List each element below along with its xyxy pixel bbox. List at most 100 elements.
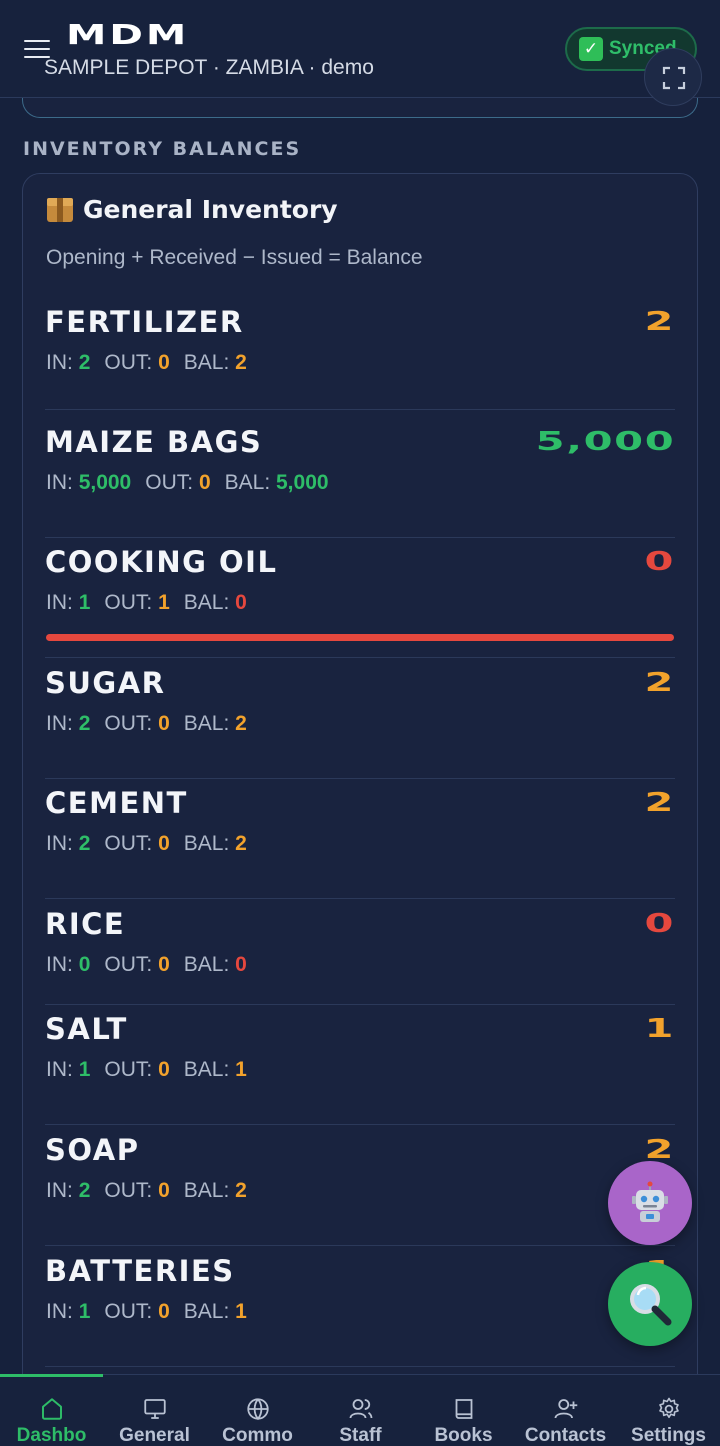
- item-stats: IN: 5,000 OUT: 0 BAL: 5,000: [46, 471, 329, 495]
- item-name: MAIZE BAGS: [45, 425, 263, 459]
- bal-label: BAL:: [183, 351, 230, 374]
- out-value: 0: [158, 1179, 170, 1202]
- bal-value: 0: [235, 953, 247, 976]
- nav-tab-home[interactable]: Dashbo: [0, 1375, 103, 1446]
- in-label: IN:: [46, 712, 73, 735]
- item-stats: IN: 2 OUT: 0 BAL: 2: [46, 351, 247, 375]
- bottom-navigation: Dashbo General Commo Staff Books Contacts Sett…: [0, 1374, 720, 1446]
- bal-label: BAL:: [183, 712, 230, 735]
- app-brand: MDM: [66, 18, 190, 51]
- user-plus-icon: [554, 1399, 577, 1419]
- nav-label: Contacts: [524, 1425, 607, 1446]
- item-name: SUGAR: [45, 666, 166, 700]
- bal-label: BAL:: [183, 591, 230, 614]
- in-label: IN:: [46, 591, 73, 614]
- item-balance-total: 1: [644, 1014, 675, 1044]
- out-value: 0: [158, 832, 170, 855]
- magnifier-icon: [630, 1284, 672, 1326]
- item-name: BATTERIES: [45, 1254, 235, 1288]
- in-label: IN:: [46, 953, 73, 976]
- item-balance-total: 5,000: [535, 427, 675, 457]
- bal-value: 1: [235, 1058, 247, 1081]
- in-value: 1: [78, 1058, 91, 1081]
- out-value: 0: [158, 1300, 170, 1323]
- bal-value: 2: [235, 832, 247, 855]
- fullscreen-button[interactable]: [644, 48, 702, 106]
- in-value: 2: [78, 832, 91, 855]
- package-icon: [45, 194, 75, 224]
- out-label: OUT:: [104, 591, 153, 614]
- inventory-item-row[interactable]: CEMENT 2 IN: 2 OUT: 0 BAL: 2: [45, 778, 675, 899]
- bal-label: BAL:: [183, 1058, 230, 1081]
- stock-alert-bar: [46, 634, 674, 641]
- inventory-item-row[interactable]: SOAP 2 IN: 2 OUT: 0 BAL: 2: [45, 1125, 675, 1246]
- out-label: OUT:: [104, 1179, 153, 1202]
- item-balance-total: 0: [644, 547, 675, 577]
- inventory-item-row[interactable]: SALT 1 IN: 1 OUT: 0 BAL: 1: [45, 1004, 675, 1125]
- users-icon: [349, 1399, 372, 1419]
- out-value: 0: [158, 351, 170, 374]
- nav-tab-book[interactable]: Books: [412, 1375, 515, 1446]
- bal-value: 2: [235, 351, 247, 374]
- inventory-item-row[interactable]: SUGAR 2 IN: 2 OUT: 0 BAL: 2: [45, 658, 675, 779]
- inventory-item-row[interactable]: COOKING OIL 0 IN: 1 OUT: 1 BAL: 0: [45, 537, 675, 658]
- nav-tab-monitor[interactable]: General: [103, 1375, 206, 1446]
- bal-value: 2: [235, 712, 247, 735]
- in-label: IN:: [46, 832, 73, 855]
- general-inventory-card: General Inventory Opening + Received − I…: [22, 173, 698, 1413]
- item-name: CEMENT: [45, 786, 188, 820]
- nav-tab-globe[interactable]: Commo: [206, 1375, 309, 1446]
- nav-tab-user-plus[interactable]: Contacts: [514, 1375, 617, 1446]
- out-label: OUT:: [104, 832, 153, 855]
- item-stats: IN: 2 OUT: 0 BAL: 2: [46, 712, 247, 736]
- search-button[interactable]: [608, 1262, 692, 1346]
- out-label: OUT:: [104, 712, 153, 735]
- nav-tab-users[interactable]: Staff: [309, 1375, 412, 1446]
- item-name: SOAP: [45, 1133, 140, 1167]
- item-name: SALT: [45, 1012, 128, 1046]
- inventory-item-row[interactable]: MAIZE BAGS 5,000 IN: 5,000 OUT: 0 BAL: 5,000: [45, 417, 675, 538]
- out-label: OUT:: [145, 471, 194, 494]
- out-label: OUT:: [104, 1300, 153, 1323]
- card-title: General Inventory: [45, 194, 338, 224]
- item-balance-total: 0: [644, 909, 675, 939]
- in-value: 0: [78, 953, 91, 976]
- robot-icon: [632, 1181, 668, 1222]
- in-label: IN:: [46, 1179, 73, 1202]
- in-value: 1: [78, 591, 91, 614]
- in-label: IN:: [46, 1058, 73, 1081]
- monitor-icon: [143, 1399, 166, 1419]
- in-value: 1: [78, 1300, 91, 1323]
- nav-label: Staff: [339, 1425, 382, 1446]
- bal-value: 0: [235, 591, 247, 614]
- expand-icon: [662, 66, 686, 90]
- in-value: 5,000: [78, 471, 132, 494]
- item-stats: IN: 1 OUT: 1 BAL: 0: [46, 591, 247, 615]
- inventory-item-row[interactable]: FERTILIZER 2 IN: 2 OUT: 0 BAL: 2: [45, 297, 675, 410]
- in-label: IN:: [46, 1300, 73, 1323]
- checkmark-icon: ✓: [579, 37, 603, 61]
- out-value: 1: [158, 591, 170, 614]
- in-label: IN:: [46, 351, 73, 374]
- in-value: 2: [78, 1179, 91, 1202]
- bal-value: 1: [235, 1300, 247, 1323]
- globe-icon: [246, 1398, 269, 1421]
- item-stats: IN: 1 OUT: 0 BAL: 1: [46, 1058, 247, 1082]
- app-header: MDM SAMPLE DEPOT · ZAMBIA · demo ✓ Synce…: [0, 0, 720, 98]
- out-value: 0: [158, 712, 170, 735]
- in-label: IN:: [46, 471, 73, 494]
- bal-label: BAL:: [183, 1179, 230, 1202]
- depot-subtitle: SAMPLE DEPOT · ZAMBIA · demo: [44, 56, 374, 79]
- item-balance-total: 2: [644, 788, 675, 818]
- inventory-item-row[interactable]: BATTERIES1IN: 1OUT: 0BAL: 1: [45, 1246, 675, 1367]
- out-label: OUT:: [104, 351, 153, 374]
- assistant-button[interactable]: [608, 1161, 692, 1245]
- nav-label: Settings: [631, 1425, 706, 1446]
- bal-label: BAL:: [183, 1300, 230, 1323]
- nav-tab-gear[interactable]: Settings: [617, 1375, 720, 1446]
- item-balance-total: 2: [644, 307, 675, 337]
- out-label: OUT:: [104, 953, 153, 976]
- out-value: 0: [158, 1058, 170, 1081]
- inventory-item-row[interactable]: RICE 0 IN: 0 OUT: 0 BAL: 0: [45, 899, 675, 1005]
- bal-label: BAL:: [224, 471, 271, 494]
